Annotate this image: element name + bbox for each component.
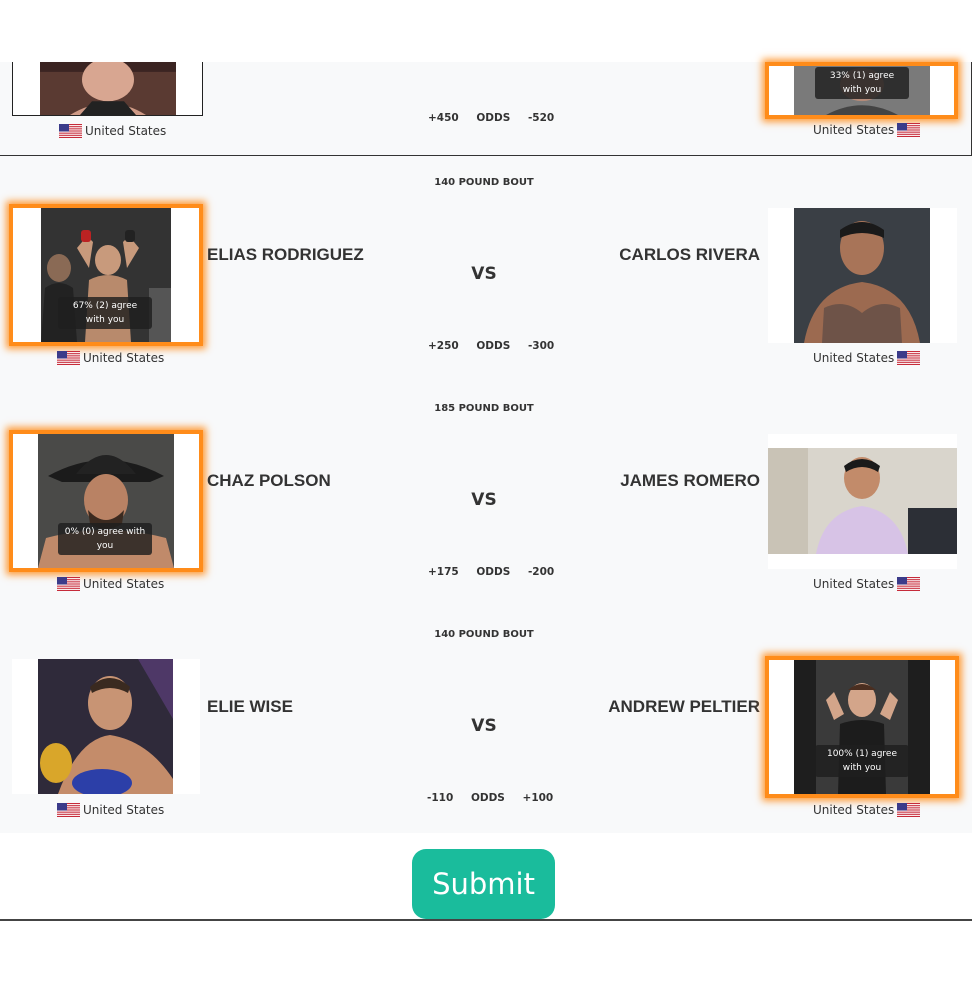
vs-label: VS — [471, 490, 497, 510]
fighter-photo — [768, 448, 957, 554]
fighter-card-left[interactable]: 67% (2) agree with you — [9, 204, 203, 346]
us-flag-icon — [897, 577, 920, 591]
odds-label: ODDS — [476, 340, 511, 352]
odds-label: ODDS — [470, 792, 505, 804]
fighter-card-left[interactable] — [12, 62, 203, 116]
bout-divider — [0, 155, 972, 156]
right-odds: +100 — [522, 792, 554, 804]
submit-button[interactable]: Submit — [412, 849, 555, 919]
bout-border — [971, 62, 972, 156]
fighter-name-right[interactable]: CARLOS RIVERA — [619, 245, 760, 265]
us-flag-icon — [57, 803, 80, 817]
bout-weight-class: 185 POUND BOUT — [434, 403, 534, 414]
right-odds: -200 — [527, 566, 555, 578]
fighter-name-left[interactable]: ELIAS RODRIGUEZ — [207, 245, 364, 265]
fighter-name-right[interactable]: JAMES ROMERO — [620, 471, 760, 491]
bout-weight-class: 140 POUND BOUT — [434, 629, 534, 640]
left-odds: +450 — [428, 112, 459, 124]
us-flag-icon — [897, 123, 920, 137]
fighter-country-right: United States — [813, 803, 920, 817]
fighter-country-left: United States — [57, 803, 164, 817]
us-flag-icon — [57, 577, 80, 591]
vs-label: VS — [471, 716, 497, 736]
fighter-card-left[interactable] — [12, 659, 200, 794]
vs-label: VS — [471, 264, 497, 284]
left-odds: -110 — [427, 792, 454, 804]
fighter-photo — [794, 208, 930, 343]
right-odds: -520 — [527, 112, 555, 124]
fighter-country-left: United States — [57, 577, 164, 591]
fighter-country-right: United States — [813, 577, 920, 591]
fighter-name-left[interactable]: CHAZ POLSON — [207, 471, 331, 491]
us-flag-icon — [897, 803, 920, 817]
fighter-card-left[interactable]: 0% (0) agree with you — [9, 430, 203, 572]
us-flag-icon — [897, 351, 920, 365]
footer-divider — [0, 919, 972, 921]
fighter-photo — [38, 659, 173, 794]
agree-badge: 100% (1) agree with you — [815, 745, 909, 777]
fighter-photo — [40, 62, 176, 115]
agree-badge: 33% (1) agree with you — [815, 67, 909, 99]
us-flag-icon — [57, 351, 80, 365]
left-odds: +250 — [428, 340, 459, 352]
odds-row: -110 ODDS +100 — [427, 792, 553, 804]
agree-badge: 67% (2) agree with you — [58, 297, 152, 329]
odds-row: +250 ODDS -300 — [428, 340, 554, 352]
fighter-card-right[interactable] — [768, 208, 957, 343]
fighter-country-right: United States — [813, 123, 920, 137]
fighter-card-right[interactable]: 33% (1) agree with you — [765, 62, 958, 119]
fighter-country-right: United States — [813, 351, 920, 365]
fighter-card-right[interactable]: 100% (1) agree with you — [765, 656, 959, 798]
fighter-card-right[interactable] — [768, 434, 957, 569]
left-odds: +175 — [428, 566, 459, 578]
odds-label: ODDS — [476, 112, 511, 124]
fighter-name-left[interactable]: ELIE WISE — [207, 697, 293, 717]
fighter-country-left: United States — [57, 351, 164, 365]
us-flag-icon — [59, 124, 82, 138]
odds-row: +175 ODDS -200 — [428, 566, 554, 578]
fighter-name-right[interactable]: ANDREW PELTIER — [608, 697, 760, 717]
odds-label: ODDS — [476, 566, 511, 578]
fighter-country-left: United States — [59, 124, 166, 138]
right-odds: -300 — [527, 340, 555, 352]
agree-badge: 0% (0) agree with you — [58, 523, 152, 555]
bout-weight-class: 140 POUND BOUT — [434, 177, 534, 188]
odds-row: +450 ODDS -520 — [428, 112, 554, 124]
